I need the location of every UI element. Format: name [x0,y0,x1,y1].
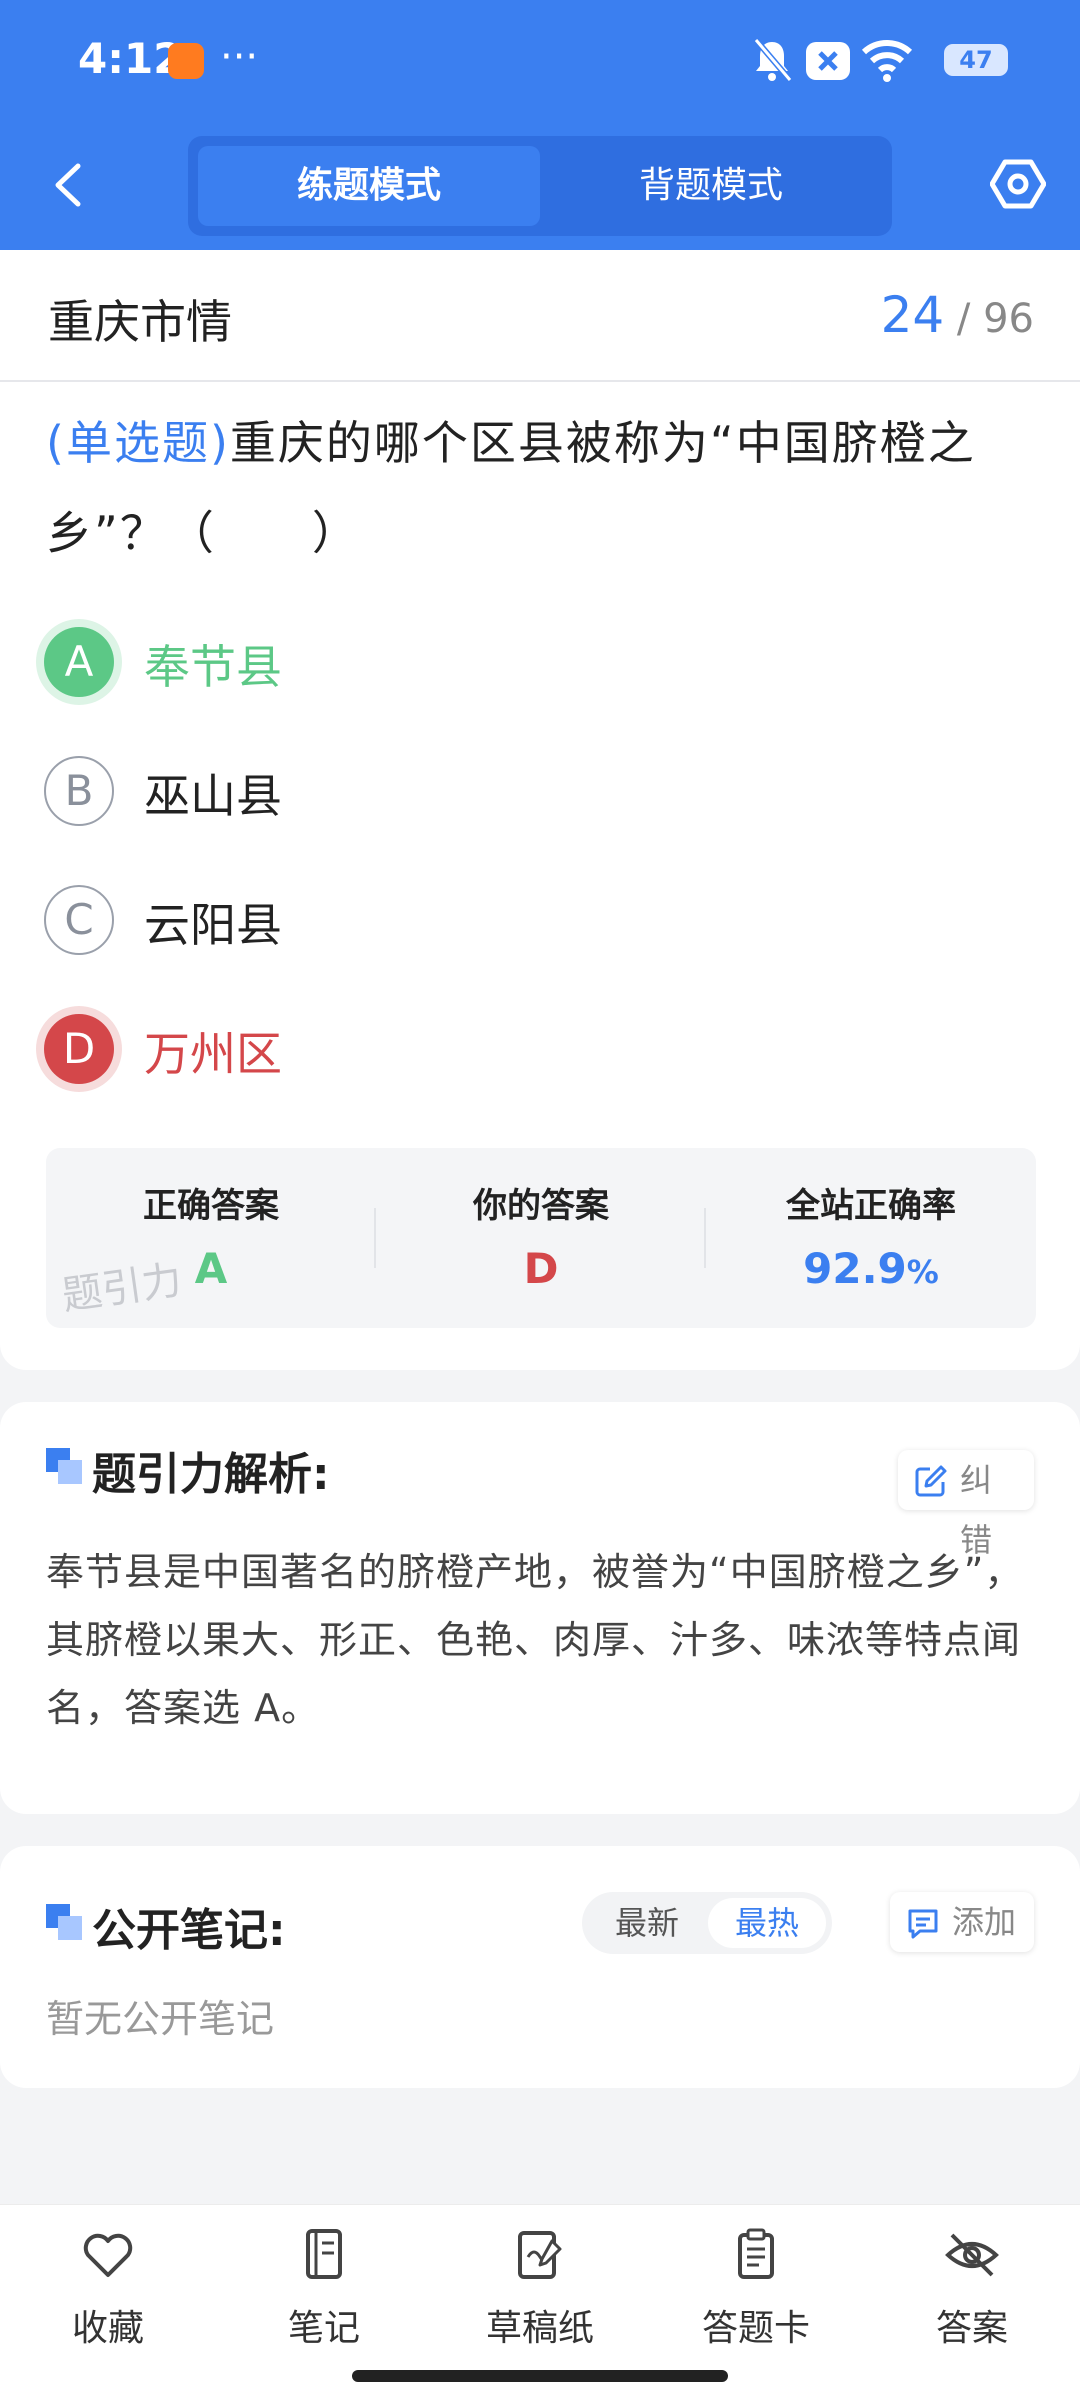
public-notes-card: 公开笔记: 最新 最热 添加 暂无公开笔记 [0,1846,1080,2088]
sort-latest[interactable]: 最新 [588,1898,706,1948]
option-letter-badge: B [44,756,114,826]
your-answer-label: 你的答案 [473,1186,609,1226]
your-answer-value: D [523,1244,559,1293]
answer-summary: 正确答案 A 你的答案 D 全站正确率 92.9% 题引力 [46,1148,1036,1328]
option-label: 奉节县 [144,640,282,694]
question-type: (单选题) [46,416,230,470]
tab-label: 收藏 [71,2308,144,2349]
option-letter-badge: D [44,1014,114,1084]
notification-app-icon [168,43,204,79]
app-header: 4:12 ··· 47 练题模式 背题模式 [0,0,1080,250]
option-c[interactable]: C 云阳县 [40,875,840,965]
question-category: 重庆市情 [48,295,232,349]
option-b[interactable]: B 巫山县 [40,746,840,836]
edit-icon [915,1465,947,1497]
eye-off-icon [945,2233,999,2277]
option-d[interactable]: D 万州区 [40,1004,840,1094]
notes-title: 公开笔记: [92,1905,286,1956]
option-label: 巫山县 [144,769,282,823]
analysis-text: 奉节县是中国著名的脐橙产地，被誉为“中国脐橙之乡”，其脐橙以果大、形正、色艳、肉… [46,1550,1024,1730]
back-arrow-icon[interactable] [48,160,88,210]
heart-icon [83,2233,133,2277]
tab-show-answer[interactable]: 答案 [864,2227,1080,2367]
question-card: 重庆市情 24 / 96 (单选题)重庆的哪个区县被称为“中国脐橙之乡”？（ ）… [0,250,1080,1370]
draft-icon [518,2231,562,2279]
tab-recite-mode[interactable]: 背题模式 [540,146,882,226]
notes-sort-toggle: 最新 最热 [582,1892,832,1954]
answer-card-icon [738,2228,774,2279]
tab-label: 草稿纸 [485,2308,594,2349]
option-label: 万州区 [144,1027,282,1081]
wifi-icon [862,40,912,82]
accuracy-value: 92.9% [706,1244,1036,1293]
correct-answer-label: 正确答案 [143,1186,279,1226]
option-letter-badge: C [44,885,114,955]
tab-answer-card[interactable]: 答题卡 [648,2227,864,2367]
report-error-button[interactable]: 纠错 [898,1450,1034,1559]
option-a[interactable]: A 奉节县 [40,617,840,707]
tab-favorite[interactable]: 收藏 [0,2227,216,2367]
tab-notes[interactable]: 笔记 [216,2227,432,2367]
question-header: 重庆市情 24 / 96 [0,250,1080,382]
notebook-icon [306,2229,342,2279]
battery-indicator: 47 [944,44,1008,76]
tab-label: 答题卡 [701,2308,810,2349]
mute-bell-icon [753,38,793,82]
status-bar: 4:12 ··· 47 [0,0,1080,124]
question-text: (单选题)重庆的哪个区县被称为“中国脐橙之乡”？（ ） [46,398,1036,578]
your-answer-column: 你的答案 D [376,1148,706,1328]
tab-label: 答案 [935,2308,1008,2349]
home-indicator[interactable] [352,2370,728,2382]
add-note-label: 添加 [952,1903,1017,1941]
option-letter-badge: A [44,627,114,697]
tab-draft-paper[interactable]: 草稿纸 [432,2227,648,2367]
settings-hexagon-icon[interactable] [990,156,1046,212]
sort-hottest[interactable]: 最热 [708,1898,826,1948]
option-label: 云阳县 [144,898,282,952]
empty-notes-text: 暂无公开笔记 [46,1997,275,2041]
accuracy-column: 全站正确率 92.9% [706,1148,1036,1328]
section-squares-icon [46,1448,82,1484]
question-progress: 24 / 96 [881,286,1034,344]
sim-x-icon [806,42,850,80]
more-notifications-icon: ··· [220,34,259,80]
mode-switch: 练题模式 背题模式 [188,136,892,236]
status-time: 4:12 [78,34,183,83]
tab-label: 笔记 [287,2308,360,2349]
analysis-title: 题引力解析: [92,1449,330,1500]
total-questions: / 96 [956,296,1034,342]
accuracy-number: 92.9 [803,1244,907,1293]
accuracy-label: 全站正确率 [786,1186,956,1226]
accuracy-unit: % [906,1253,939,1291]
add-note-button[interactable]: 添加 [890,1892,1034,1952]
section-squares-icon [46,1904,82,1940]
analysis-card: 题引力解析: 纠错 奉节县是中国著名的脐橙产地，被誉为“中国脐橙之乡”，其脐橙以… [0,1402,1080,1814]
comment-icon [908,1909,938,1939]
tab-practice-mode[interactable]: 练题模式 [198,146,540,226]
current-question-number: 24 [880,286,945,344]
